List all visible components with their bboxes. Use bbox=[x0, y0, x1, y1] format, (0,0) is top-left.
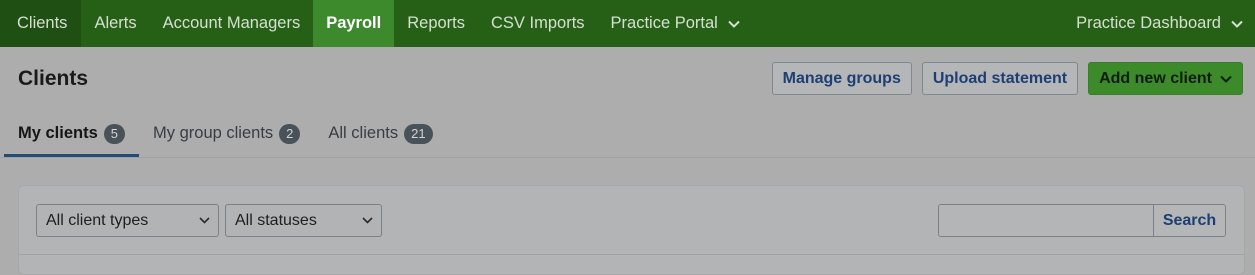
manage-groups-label: Manage groups bbox=[782, 69, 901, 87]
nav-account-managers-label: Account Managers bbox=[162, 14, 301, 32]
page-header: Clients Manage groups Upload statement A… bbox=[0, 47, 1255, 110]
upload-statement-label: Upload statement bbox=[932, 69, 1068, 87]
nav-clients[interactable]: Clients bbox=[0, 0, 82, 47]
nav-alerts[interactable]: Alerts bbox=[81, 0, 149, 47]
page-title: Clients bbox=[18, 66, 89, 90]
nav-payroll[interactable]: Payroll bbox=[313, 0, 395, 47]
chevron-down-icon bbox=[728, 20, 740, 28]
count-badge: 21 bbox=[404, 123, 433, 144]
chevron-down-icon bbox=[1220, 75, 1232, 83]
client-type-select[interactable]: All client types bbox=[36, 204, 219, 237]
tab-all-clients-label: All clients bbox=[328, 124, 399, 142]
nav-payroll-label: Payroll bbox=[326, 14, 382, 32]
manage-groups-button[interactable]: Manage groups bbox=[771, 62, 912, 95]
header-actions: Manage groups Upload statement Add new c… bbox=[771, 62, 1243, 95]
search-box bbox=[939, 205, 1155, 236]
add-new-client-button[interactable]: Add new client bbox=[1088, 62, 1243, 95]
tab-my-clients[interactable]: My clients 5 bbox=[4, 110, 140, 157]
nav-csv-imports[interactable]: CSV Imports bbox=[478, 0, 598, 47]
search-group: Search bbox=[938, 204, 1226, 237]
card-divider bbox=[19, 254, 1244, 255]
nav-left: Clients Alerts Account Managers Payroll … bbox=[0, 0, 753, 47]
chevron-down-icon bbox=[199, 217, 210, 224]
search-button[interactable]: Search bbox=[1153, 205, 1225, 236]
status-select[interactable]: All statuses bbox=[225, 204, 382, 237]
nav-practice-dashboard[interactable]: Practice Dashboard bbox=[1076, 14, 1243, 33]
filters: All client types All statuses bbox=[36, 204, 382, 237]
search-input[interactable] bbox=[948, 205, 1155, 236]
nav-clients-label: Clients bbox=[17, 14, 68, 32]
nav-right: Practice Dashboard bbox=[1076, 0, 1255, 47]
upload-statement-button[interactable]: Upload statement bbox=[921, 62, 1079, 95]
chevron-down-icon bbox=[1231, 20, 1243, 28]
top-navigation: Clients Alerts Account Managers Payroll … bbox=[0, 0, 1255, 47]
count-badge: 2 bbox=[279, 123, 301, 144]
nav-practice-dashboard-label: Practice Dashboard bbox=[1076, 14, 1221, 32]
chevron-down-icon bbox=[362, 217, 373, 224]
search-button-label: Search bbox=[1162, 211, 1217, 229]
nav-alerts-label: Alerts bbox=[94, 14, 137, 32]
add-new-client-label: Add new client bbox=[1099, 69, 1212, 87]
tab-my-group-clients[interactable]: My group clients 2 bbox=[139, 110, 314, 157]
nav-csv-imports-label: CSV Imports bbox=[491, 14, 585, 32]
nav-practice-portal[interactable]: Practice Portal bbox=[598, 0, 753, 47]
nav-reports[interactable]: Reports bbox=[394, 0, 478, 47]
tab-my-group-clients-label: My group clients bbox=[153, 124, 274, 142]
nav-account-managers[interactable]: Account Managers bbox=[150, 0, 314, 47]
nav-reports-label: Reports bbox=[407, 14, 466, 32]
tab-all-clients[interactable]: All clients 21 bbox=[314, 110, 446, 157]
count-badge: 5 bbox=[103, 123, 126, 144]
tab-my-clients-label: My clients bbox=[18, 124, 98, 142]
client-type-value: All client types bbox=[46, 211, 149, 229]
nav-practice-portal-label: Practice Portal bbox=[610, 14, 718, 32]
status-value: All statuses bbox=[235, 211, 317, 229]
clients-card: All client types All statuses Search bbox=[18, 185, 1245, 275]
client-tabs: My clients 5 My group clients 2 All clie… bbox=[0, 110, 1255, 158]
